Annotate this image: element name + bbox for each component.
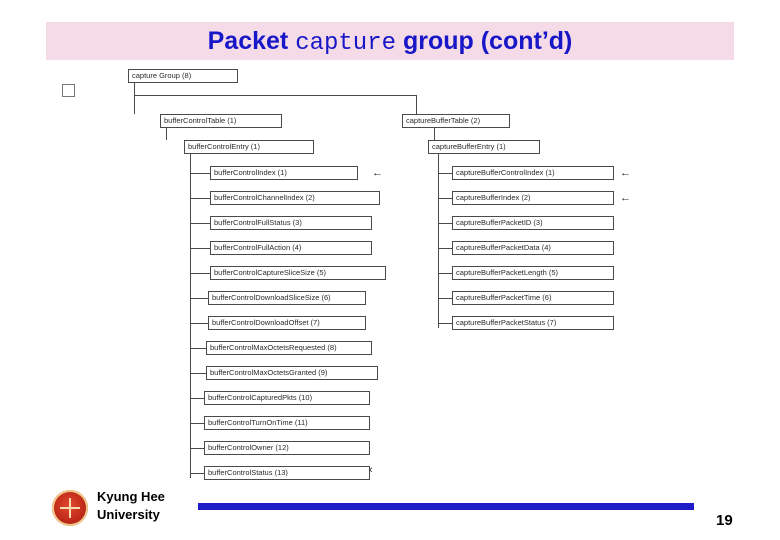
mib-node: captureBufferEntry (1) [428,140,540,154]
mib-node: captureBufferPacketData (4) [452,241,614,255]
kyung-hee-crest-icon [52,490,88,526]
university-logo [52,490,90,528]
connector-line [438,198,452,199]
connector-line [190,198,210,199]
mib-node: captureBufferTable (2) [402,114,510,128]
mib-node: bufferControlCapturedPkts (10) [204,391,370,405]
mib-node: bufferControlDownloadSliceSize (6) [208,291,366,305]
connector-line [190,248,210,249]
mib-node: capture Group (8) [128,69,238,83]
page-title: Packet capture group (cont’d) [46,23,734,59]
page-number: 19 [716,512,733,529]
mib-node: bufferControlStatus (13) [204,466,370,480]
connector-line [190,273,210,274]
connector-line [438,273,452,274]
annotation-arrow-icon: ← [372,167,383,179]
connector-line [190,348,206,349]
connector-line [134,95,416,96]
connector-line [190,323,208,324]
mib-node: bufferControlFullStatus (3) [210,216,372,230]
connector-line [438,154,439,328]
connector-line [190,473,204,474]
annotation-arrow-icon: ← [620,192,631,204]
connector-line [190,448,204,449]
mib-node: bufferControlTable (1) [160,114,282,128]
mib-node: bufferControlMaxOctetsRequested (8) [206,341,372,355]
mib-tree-diagram: capture Group (8) bufferControlTable (1) b… [120,64,680,494]
connector-line [416,95,417,114]
mib-node: bufferControlEntry (1) [184,140,314,154]
connector-line [434,128,435,140]
connector-line [438,323,452,324]
mib-node: bufferControlOwner (12) [204,441,370,455]
mib-node: bufferControlIndex (1) [210,166,358,180]
mib-node: bufferControlDownloadOffset (7) [208,316,366,330]
mib-node: captureBufferIndex (2) [452,191,614,205]
connector-line [190,223,210,224]
mib-node: captureBufferPacketTime (6) [452,291,614,305]
bullet-square-icon [62,84,75,97]
footer-divider [198,503,694,510]
mib-node: captureBufferPacketID (3) [452,216,614,230]
connector-line [438,223,452,224]
connector-line [190,398,204,399]
mib-node: bufferControlChannelIndex (2) [210,191,380,205]
mib-node: bufferControlMaxOctetsGranted (9) [206,366,378,380]
connector-line [190,423,204,424]
title-text-part1: Packet [207,27,296,55]
mib-node: captureBufferControlIndex (1) [452,166,614,180]
connector-line [134,83,135,114]
annotation-arrow-icon: ‹ [369,464,373,476]
mib-node: bufferControlCaptureSliceSize (5) [210,266,386,280]
connector-line [438,173,452,174]
connector-line [190,373,206,374]
connector-line [190,173,210,174]
annotation-arrow-icon: ← [620,167,631,179]
mib-node: bufferControlTurnOnTime (11) [204,416,370,430]
connector-line [166,128,167,140]
connector-line [438,248,452,249]
connector-line [190,298,208,299]
mib-node: bufferControlFullAction (4) [210,241,372,255]
title-text-mono: capture [295,30,397,57]
connector-line [438,298,452,299]
connector-line [190,154,191,478]
title-text-part2: group (cont’d) [396,27,573,55]
mib-node: captureBufferPacketLength (5) [452,266,614,280]
mib-node: captureBufferPacketStatus (7) [452,316,614,330]
